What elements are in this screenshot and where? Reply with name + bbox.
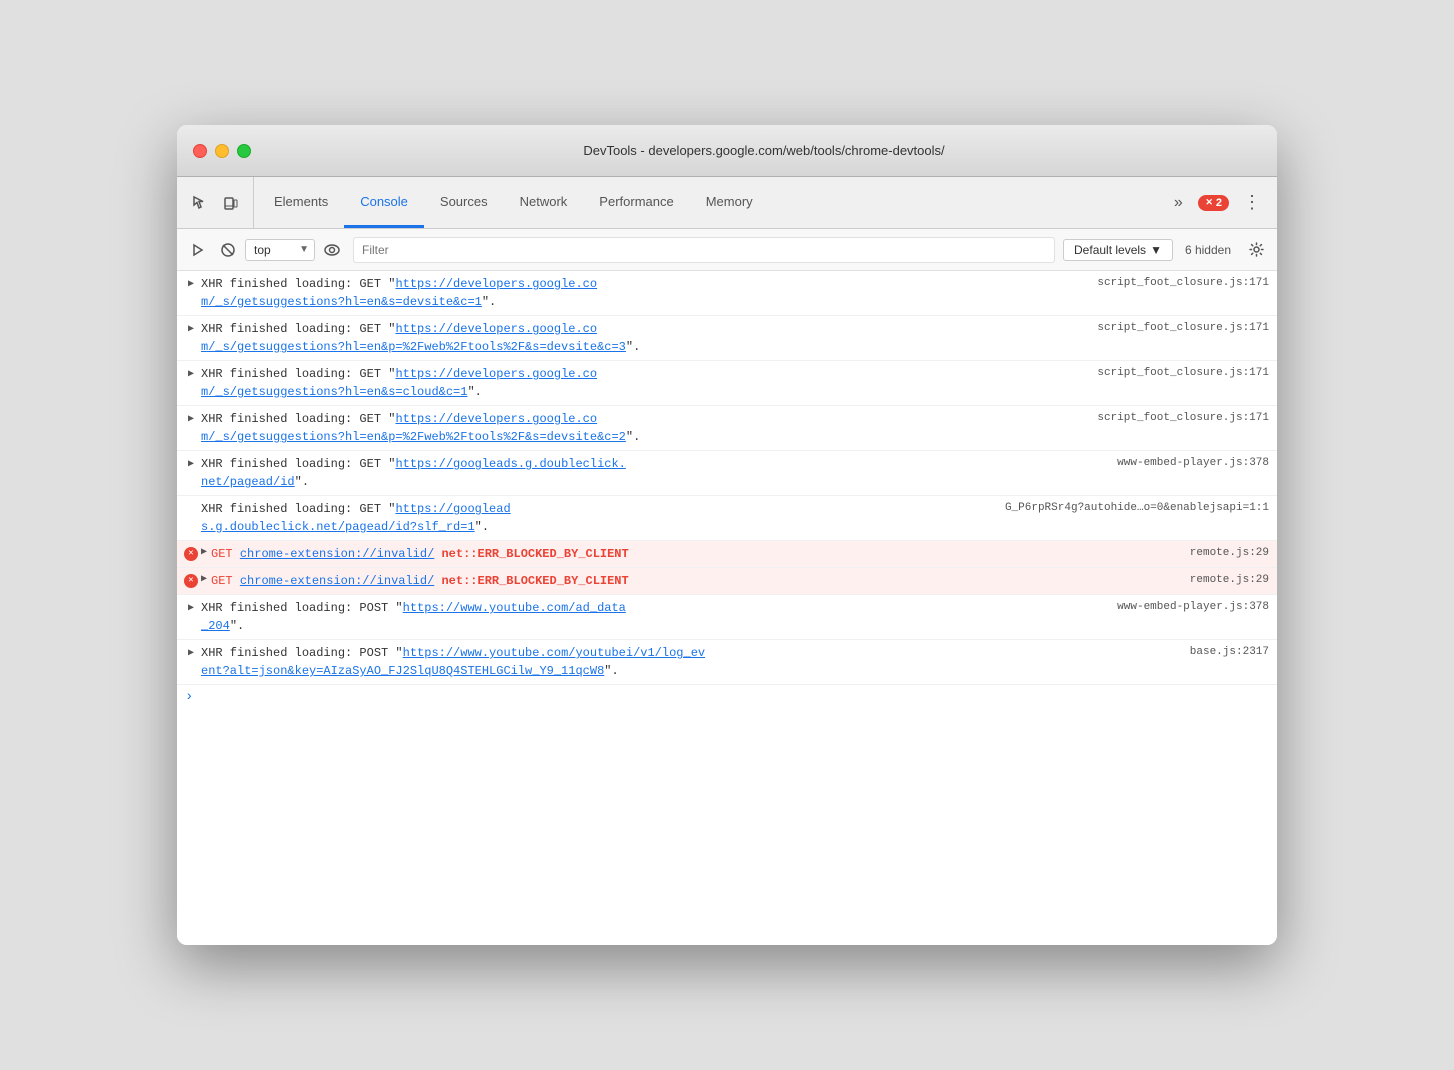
tab-memory[interactable]: Memory	[690, 177, 769, 228]
entry-link[interactable]: chrome-extension://invalid/	[240, 574, 434, 588]
entry-source[interactable]: G_P6rpRSr4g?autohide…o=0&enablejsapi=1:1	[1005, 500, 1269, 517]
expand-arrow-icon[interactable]: ▶	[181, 365, 201, 382]
entry-source[interactable]: script_foot_closure.js:171	[1097, 320, 1269, 337]
close-button[interactable]	[193, 144, 207, 158]
entry-content: XHR finished loading: POST "https://www.…	[201, 599, 1109, 635]
console-entry: ▶ XHR finished loading: GET "https://dev…	[177, 271, 1277, 316]
expand-arrow-wrap[interactable]: ▶	[201, 572, 207, 587]
tabs-container: Elements Console Sources Network Perform…	[258, 177, 1164, 228]
clear-button[interactable]	[215, 237, 241, 263]
entry-source[interactable]: remote.js:29	[1190, 572, 1269, 589]
entry-source[interactable]: remote.js:29	[1190, 545, 1269, 562]
levels-dropdown[interactable]: Default levels ▼	[1063, 239, 1173, 261]
console-output[interactable]: ▶ XHR finished loading: GET "https://dev…	[177, 271, 1277, 945]
entry-link[interactable]: https://developers.google.co	[395, 277, 597, 291]
tab-sources[interactable]: Sources	[424, 177, 504, 228]
more-options-button[interactable]: ⋮	[1235, 188, 1269, 217]
tab-bar-tools	[185, 177, 254, 228]
entry-link[interactable]: https://developers.google.co	[395, 412, 597, 426]
console-entry: ▶ XHR finished loading: POST "https://ww…	[177, 640, 1277, 685]
traffic-lights	[193, 144, 251, 158]
console-prompt[interactable]: ›	[177, 685, 1277, 709]
entry-content: XHR finished loading: GET "https://devel…	[201, 365, 1089, 401]
console-entry: ▶ XHR finished loading: GET "https://dev…	[177, 316, 1277, 361]
entry-content: XHR finished loading: GET "https://googl…	[201, 500, 997, 536]
entry-content: XHR finished loading: GET "https://devel…	[201, 410, 1089, 446]
tab-bar: Elements Console Sources Network Perform…	[177, 177, 1277, 229]
run-button[interactable]	[185, 237, 211, 263]
devtools-window: DevTools - developers.google.com/web/too…	[177, 125, 1277, 945]
window-title: DevTools - developers.google.com/web/too…	[267, 143, 1261, 158]
entry-link[interactable]: https://developers.google.co	[395, 367, 597, 381]
entry-link[interactable]: https://googlead	[395, 502, 510, 516]
tab-console[interactable]: Console	[344, 177, 424, 228]
entry-link[interactable]: m/_s/getsuggestions?hl=en&s=cloud&c=1	[201, 385, 467, 399]
expand-arrow-icon[interactable]: ▶	[181, 320, 201, 337]
entry-link[interactable]: https://googleads.g.doubleclick.	[395, 457, 625, 471]
filter-input[interactable]	[354, 239, 1054, 261]
title-bar: DevTools - developers.google.com/web/too…	[177, 125, 1277, 177]
entry-link[interactable]: chrome-extension://invalid/	[240, 547, 434, 561]
eye-button[interactable]	[319, 237, 345, 263]
entry-link[interactable]: net/pagead/id	[201, 475, 295, 489]
tab-performance[interactable]: Performance	[583, 177, 689, 228]
entry-source[interactable]: www-embed-player.js:378	[1117, 599, 1269, 616]
entry-content: GET chrome-extension://invalid/ net::ERR…	[211, 545, 1182, 563]
console-entry: XHR finished loading: GET "https://googl…	[177, 496, 1277, 541]
expand-arrow-wrap[interactable]: ▶	[201, 545, 207, 560]
context-selector[interactable]: top ▼	[245, 239, 315, 261]
console-entry-error: ✕ ▶ GET chrome-extension://invalid/ net:…	[177, 541, 1277, 568]
error-count-badge[interactable]: 2	[1198, 195, 1229, 211]
console-entry: ▶ XHR finished loading: GET "https://goo…	[177, 451, 1277, 496]
console-entry: ▶ XHR finished loading: POST "https://ww…	[177, 595, 1277, 640]
entry-link[interactable]: m/_s/getsuggestions?hl=en&p=%2Fweb%2Ftoo…	[201, 340, 626, 354]
maximize-button[interactable]	[237, 144, 251, 158]
filter-input-wrap	[353, 237, 1055, 263]
expand-arrow-icon[interactable]: ▶	[181, 599, 201, 616]
prompt-caret-icon: ›	[185, 689, 193, 705]
settings-button[interactable]	[1243, 237, 1269, 263]
more-tabs-button[interactable]: »	[1164, 189, 1192, 217]
console-entry: ▶ XHR finished loading: GET "https://dev…	[177, 406, 1277, 451]
entry-source[interactable]: www-embed-player.js:378	[1117, 455, 1269, 472]
expand-arrow-icon[interactable]: ▶	[181, 275, 201, 292]
minimize-button[interactable]	[215, 144, 229, 158]
entry-link[interactable]: s.g.doubleclick.net/pagead/id?slf_rd=1	[201, 520, 475, 534]
console-toolbar: top ▼ Default levels ▼ 6 hidden	[177, 229, 1277, 271]
levels-arrow-icon: ▼	[1150, 243, 1162, 257]
entry-source[interactable]: base.js:2317	[1190, 644, 1269, 661]
error-icon: ✕	[181, 545, 201, 561]
entry-content: XHR finished loading: GET "https://devel…	[201, 320, 1089, 356]
expand-arrow-icon[interactable]: ▶	[181, 455, 201, 472]
tab-network[interactable]: Network	[504, 177, 584, 228]
entry-link[interactable]: ent?alt=json&key=AIzaSyAO_FJ2SlqU8Q4STEH…	[201, 664, 604, 678]
entry-link[interactable]: https://www.youtube.com/youtubei/v1/log_…	[403, 646, 705, 660]
device-icon[interactable]	[217, 189, 245, 217]
entry-link[interactable]: m/_s/getsuggestions?hl=en&s=devsite&c=1	[201, 295, 482, 309]
entry-spacer	[181, 500, 201, 502]
entry-content: XHR finished loading: GET "https://googl…	[201, 455, 1109, 491]
expand-arrow-icon[interactable]: ▶	[181, 410, 201, 427]
tab-elements[interactable]: Elements	[258, 177, 344, 228]
entry-source[interactable]: script_foot_closure.js:171	[1097, 365, 1269, 382]
tab-bar-right: » 2 ⋮	[1164, 177, 1269, 228]
entry-link[interactable]: _204	[201, 619, 230, 633]
console-entry-error: ✕ ▶ GET chrome-extension://invalid/ net:…	[177, 568, 1277, 595]
console-entry: ▶ XHR finished loading: GET "https://dev…	[177, 361, 1277, 406]
entry-link[interactable]: m/_s/getsuggestions?hl=en&p=%2Fweb%2Ftoo…	[201, 430, 626, 444]
entry-content: GET chrome-extension://invalid/ net::ERR…	[211, 572, 1182, 590]
entry-link[interactable]: https://developers.google.co	[395, 322, 597, 336]
context-select[interactable]: top	[245, 239, 315, 261]
entry-content: XHR finished loading: GET "https://devel…	[201, 275, 1089, 311]
hidden-count: 6 hidden	[1177, 243, 1239, 257]
entry-link[interactable]: https://www.youtube.com/ad_data	[403, 601, 626, 615]
error-icon: ✕	[181, 572, 201, 588]
inspect-icon[interactable]	[185, 189, 213, 217]
entry-content: XHR finished loading: POST "https://www.…	[201, 644, 1182, 680]
entry-source[interactable]: script_foot_closure.js:171	[1097, 410, 1269, 427]
expand-arrow-icon[interactable]: ▶	[181, 644, 201, 661]
entry-source[interactable]: script_foot_closure.js:171	[1097, 275, 1269, 292]
